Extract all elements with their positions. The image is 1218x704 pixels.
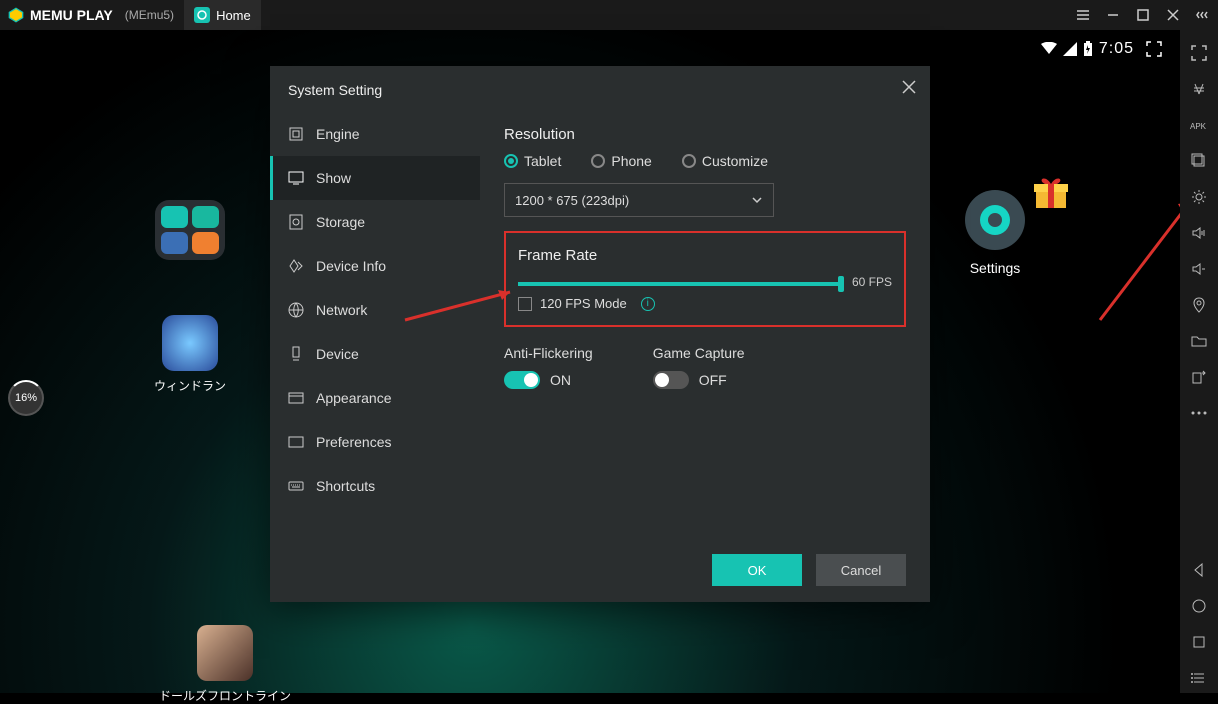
signal-icon <box>1063 42 1077 56</box>
slider-thumb[interactable] <box>838 276 844 292</box>
more-icon[interactable] <box>1184 398 1214 428</box>
framerate-value: 60 FPS <box>852 275 892 289</box>
app-icon-dolls[interactable]: ドールズフロントライン <box>145 625 305 704</box>
settings-dialog: System Setting Engine Show Storage Devic… <box>270 66 930 602</box>
app-icon-settings[interactable]: Settings <box>965 190 1025 276</box>
info-icon[interactable]: i <box>641 297 655 311</box>
app-folder[interactable] <box>155 200 225 260</box>
app-label: Settings <box>970 260 1021 276</box>
maximize-button[interactable] <box>1128 0 1158 30</box>
memu-logo-icon <box>8 7 24 23</box>
radio-phone[interactable]: Phone <box>591 153 651 169</box>
gamecapture-state: OFF <box>699 372 727 388</box>
app-label: ドールズフロントライン <box>159 689 291 703</box>
nav-show[interactable]: Show <box>270 156 480 200</box>
android-statusbar: 7:05 <box>1041 40 1162 58</box>
framerate-section: Frame Rate 60 FPS 120 FPS Mode i <box>504 231 906 327</box>
dialog-nav: Engine Show Storage Device Info Network … <box>270 108 480 548</box>
rotate-icon[interactable] <box>1184 362 1214 392</box>
gear-icon[interactable] <box>1184 182 1214 212</box>
home-icon <box>194 7 210 23</box>
minimize-button[interactable] <box>1098 0 1128 30</box>
volume-up-icon[interactable] <box>1184 218 1214 248</box>
tab-home-label: Home <box>216 8 251 23</box>
antiflicker-title: Anti-Flickering <box>504 345 593 361</box>
cancel-button[interactable]: Cancel <box>816 554 906 586</box>
chevron-down-icon <box>751 194 763 206</box>
tab-home[interactable]: Home <box>184 0 261 30</box>
recents-icon[interactable] <box>1184 627 1214 657</box>
back-icon[interactable] <box>1184 555 1214 585</box>
nav-device[interactable]: Device <box>270 332 480 376</box>
fps120-checkbox[interactable] <box>518 297 532 311</box>
apk-icon[interactable]: APK <box>1184 110 1214 140</box>
nav-shortcuts[interactable]: Shortcuts <box>270 464 480 508</box>
fullscreen-icon[interactable] <box>1146 41 1162 57</box>
sidebar-right: APK <box>1180 30 1218 693</box>
volume-down-icon[interactable] <box>1184 254 1214 284</box>
wifi-icon <box>1041 42 1057 56</box>
multi-window-icon[interactable] <box>1184 146 1214 176</box>
ok-button[interactable]: OK <box>712 554 802 586</box>
antiflicker-toggle[interactable] <box>504 371 540 389</box>
resolution-title: Resolution <box>504 126 906 143</box>
antiflicker-state: ON <box>550 372 571 388</box>
menu-icon[interactable] <box>1068 0 1098 30</box>
app-label: ウィンドラン <box>154 379 226 393</box>
home-nav-icon[interactable] <box>1184 591 1214 621</box>
dialog-close-button[interactable] <box>902 80 916 99</box>
dialog-title: System Setting <box>270 66 930 108</box>
expand-panel-icon[interactable] <box>1188 0 1218 30</box>
gift-icon[interactable] <box>1030 170 1072 212</box>
framerate-slider[interactable]: 60 FPS <box>518 282 842 286</box>
brand-text: MEMU PLAY <box>30 7 113 23</box>
location-icon[interactable] <box>1184 290 1214 320</box>
nav-device-info[interactable]: Device Info <box>270 244 480 288</box>
gamecapture-toggle[interactable] <box>653 371 689 389</box>
list-icon[interactable] <box>1184 663 1214 693</box>
nav-network[interactable]: Network <box>270 288 480 332</box>
dialog-content: Resolution Tablet Phone Customize 1200 *… <box>480 108 930 548</box>
titlebar: MEMU PLAY (MEmu5) Home <box>0 0 1218 30</box>
keymap-icon[interactable] <box>1184 74 1214 104</box>
radio-tablet[interactable]: Tablet <box>504 153 561 169</box>
clock: 7:05 <box>1099 40 1134 58</box>
nav-engine[interactable]: Engine <box>270 112 480 156</box>
resolution-select[interactable]: 1200 * 675 (223dpi) <box>504 183 774 217</box>
folder-icon[interactable] <box>1184 326 1214 356</box>
gamecapture-title: Game Capture <box>653 345 745 361</box>
close-button[interactable] <box>1158 0 1188 30</box>
download-progress[interactable]: 16% <box>8 380 44 416</box>
battery-icon <box>1083 41 1093 57</box>
framerate-title: Frame Rate <box>518 247 892 264</box>
nav-appearance[interactable]: Appearance <box>270 376 480 420</box>
app-icon-windrun[interactable]: ウィンドラン <box>145 315 235 394</box>
nav-storage[interactable]: Storage <box>270 200 480 244</box>
app-logo: MEMU PLAY <box>0 7 121 23</box>
emulator-screen: 7:05 ウィンドラン ドールズフロントライン 16% Settings Sys… <box>0 30 1180 693</box>
fullscreen-icon[interactable] <box>1184 38 1214 68</box>
nav-preferences[interactable]: Preferences <box>270 420 480 464</box>
instance-label: (MEmu5) <box>125 8 174 22</box>
fps120-label: 120 FPS Mode <box>540 296 627 311</box>
svg-text:APK: APK <box>1190 122 1207 131</box>
radio-customize[interactable]: Customize <box>682 153 768 169</box>
